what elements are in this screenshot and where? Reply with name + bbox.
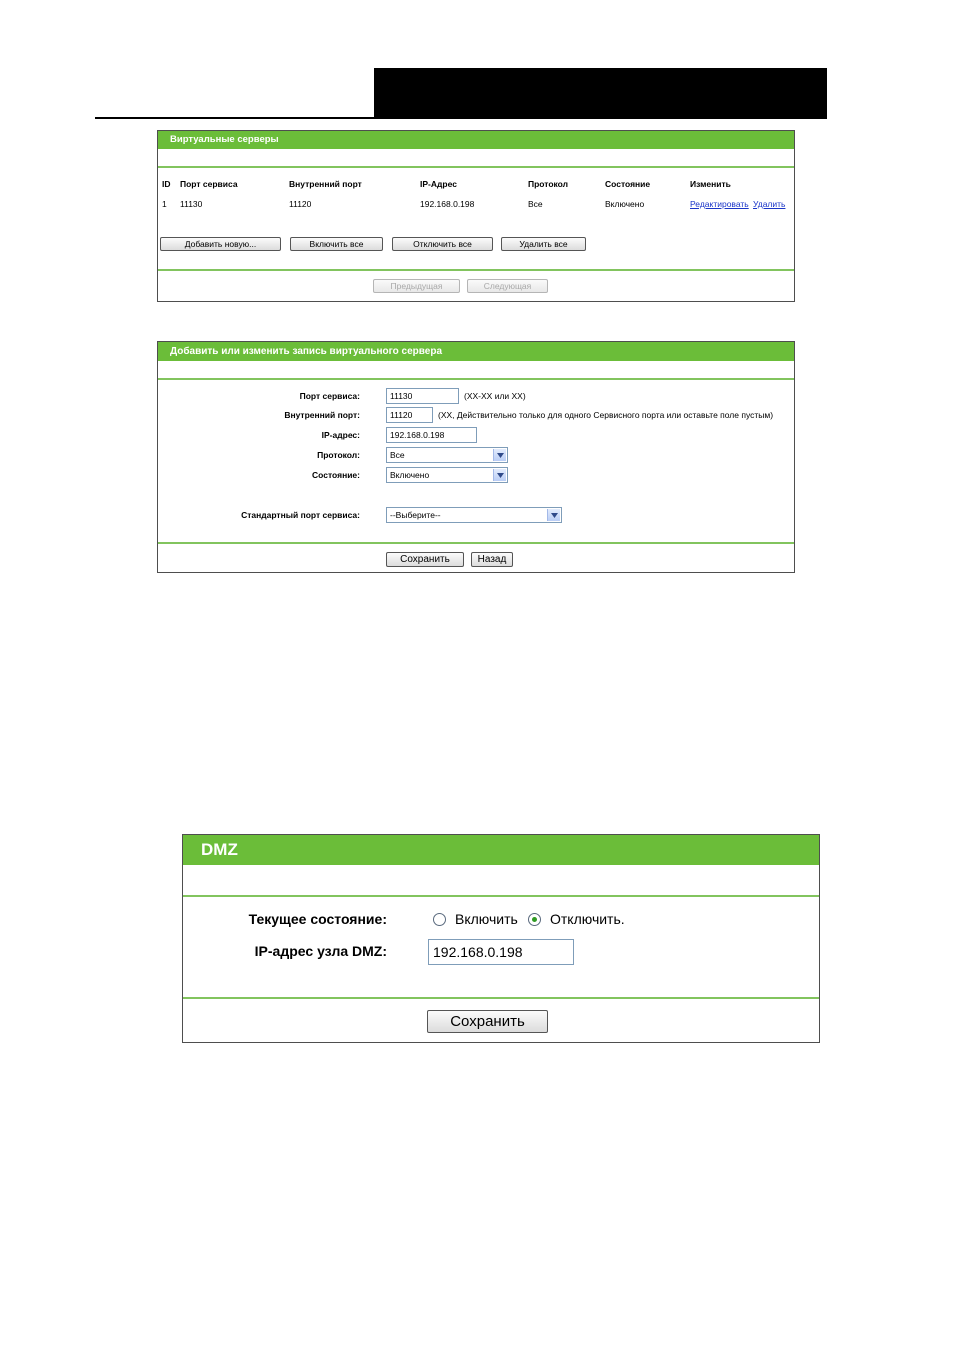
row-protocol: Все — [528, 199, 543, 209]
row-id: 1 — [162, 199, 167, 209]
status-select-value: Включено — [390, 470, 430, 480]
column-header-service-port: Порт сервиса — [180, 179, 238, 189]
chevron-down-icon — [493, 449, 506, 461]
column-header-protocol: Протокол — [528, 179, 569, 189]
dmz-host-ip-input[interactable]: 192.168.0.198 — [428, 939, 574, 965]
chevron-down-icon — [547, 509, 560, 521]
document-header-edge — [824, 68, 827, 119]
dmz-save-button[interactable]: Сохранить — [427, 1010, 548, 1033]
common-port-select-value: --Выберите-- — [390, 510, 441, 520]
status-label: Состояние: — [312, 470, 360, 480]
panel-title: Виртуальные серверы — [158, 131, 794, 149]
back-button[interactable]: Назад — [471, 552, 513, 567]
protocol-select-value: Все — [390, 450, 405, 460]
divider — [158, 269, 794, 271]
protocol-label: Протокол: — [317, 450, 360, 460]
row-internal-port: 11120 — [289, 199, 312, 209]
delete-all-button[interactable]: Удалить все — [501, 237, 586, 251]
row-ip: 192.168.0.198 — [420, 199, 475, 209]
panel-title: DMZ — [183, 835, 819, 865]
common-port-label: Стандартный порт сервиса: — [241, 510, 360, 520]
ip-address-input[interactable]: 192.168.0.198 — [386, 427, 477, 443]
delete-link[interactable]: Удалить — [753, 199, 785, 209]
ip-label: IP-адрес: — [321, 430, 360, 440]
row-status: Включено — [605, 199, 645, 209]
save-button[interactable]: Сохранить — [386, 552, 464, 567]
divider — [158, 542, 794, 544]
column-header-ip: IP-Адрес — [420, 179, 457, 189]
internal-port-label: Внутренний порт: — [284, 410, 360, 420]
protocol-select[interactable]: Все — [386, 447, 508, 463]
dmz-host-ip-label: IP-адрес узла DMZ: — [254, 943, 387, 959]
prev-page-button[interactable]: Предыдущая — [373, 279, 460, 293]
divider — [158, 166, 794, 168]
next-page-button[interactable]: Следующая — [467, 279, 548, 293]
document-header-bar — [374, 68, 824, 117]
common-port-select[interactable]: --Выберите-- — [386, 507, 562, 523]
row-service-port: 11130 — [180, 199, 203, 209]
document-header-rule — [95, 117, 826, 119]
dmz-enable-label: Включить — [455, 911, 518, 927]
column-header-status: Состояние — [605, 179, 651, 189]
divider — [183, 895, 819, 897]
dmz-enable-radio[interactable] — [433, 913, 446, 926]
chevron-down-icon — [493, 469, 506, 481]
column-header-internal-port: Внутренний порт — [289, 179, 362, 189]
column-header-id: ID — [162, 179, 171, 189]
divider — [183, 997, 819, 999]
dmz-status-label: Текущее состояние: — [248, 911, 387, 927]
dmz-disable-label: Отключить. — [550, 911, 625, 927]
edit-link[interactable]: Редактировать — [690, 199, 749, 209]
service-port-hint: (XX-XX или XX) — [464, 391, 526, 401]
dmz-panel: DMZ Текущее состояние: Включить Отключит… — [182, 834, 820, 1043]
divider — [158, 378, 794, 380]
service-port-label: Порт сервиса: — [299, 391, 360, 401]
internal-port-hint: (XX, Действительно только для одного Сер… — [438, 410, 774, 420]
enable-all-button[interactable]: Включить все — [290, 237, 383, 251]
virtual-server-form-panel: Добавить или изменить запись виртуальног… — [157, 341, 795, 573]
panel-title: Добавить или изменить запись виртуальног… — [158, 342, 794, 361]
service-port-input[interactable]: 11130 — [386, 388, 459, 404]
disable-all-button[interactable]: Отключить все — [392, 237, 493, 251]
status-select[interactable]: Включено — [386, 467, 508, 483]
virtual-servers-panel: Виртуальные серверы ID Порт сервиса Внут… — [157, 130, 795, 302]
column-header-modify: Изменить — [690, 179, 731, 189]
dmz-disable-radio[interactable] — [528, 913, 541, 926]
add-new-button[interactable]: Добавить новую... — [160, 237, 281, 251]
radio-selected-dot — [532, 917, 537, 922]
internal-port-input[interactable]: 11120 — [386, 407, 433, 423]
